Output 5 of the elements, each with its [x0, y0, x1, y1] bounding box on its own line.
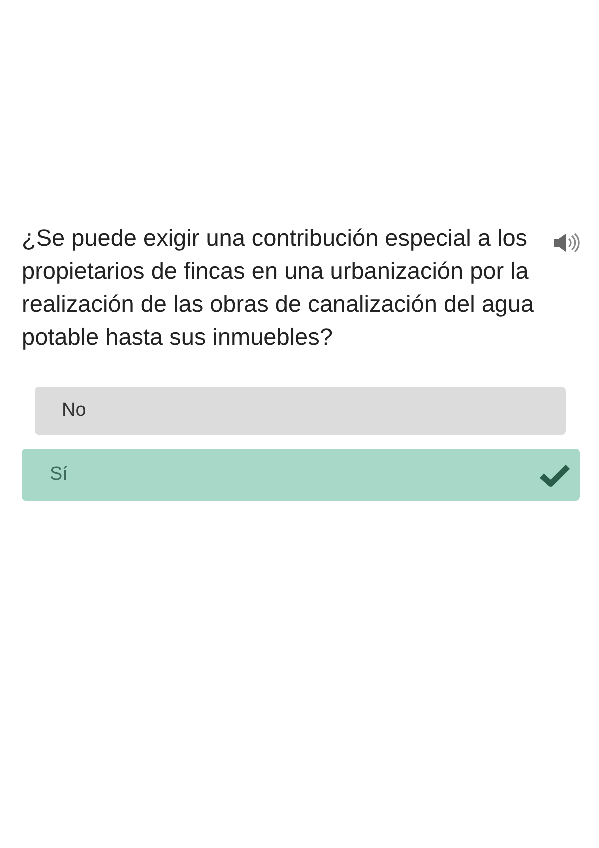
check-icon: [540, 463, 570, 487]
answer-option[interactable]: No: [35, 387, 566, 435]
answer-option[interactable]: Sí: [22, 449, 580, 501]
speaker-icon[interactable]: [552, 232, 580, 254]
question-text: ¿Se puede exigir una contribución especial a los propietarios de fincas en una urbanización por la realización de las obras de canalización del agua potable hasta sus inmuebles?: [22, 224, 536, 352]
